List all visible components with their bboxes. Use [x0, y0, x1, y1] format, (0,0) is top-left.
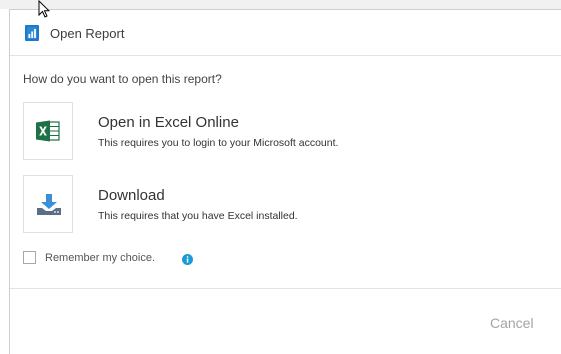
- dialog-title: Open Report: [50, 26, 125, 41]
- remember-choice-label[interactable]: Remember my choice.: [45, 251, 155, 265]
- option-description: This requires that you have Excel instal…: [98, 210, 298, 222]
- excel-tile: [23, 102, 73, 160]
- remember-choice-checkbox[interactable]: [23, 251, 36, 264]
- open-report-dialog: Open Report How do you want to open this…: [9, 9, 561, 354]
- remember-choice-row: Remember my choice.: [23, 250, 223, 266]
- download-icon: [37, 194, 61, 215]
- option-title: Download: [98, 187, 165, 204]
- download-tile: [23, 175, 73, 233]
- dialog-question: How do you want to open this report?: [23, 72, 222, 86]
- footer-divider: [10, 288, 561, 289]
- option-title: Open in Excel Online: [98, 114, 239, 131]
- download-option[interactable]: Download This requires that you have Exc…: [23, 175, 543, 235]
- info-icon[interactable]: [182, 252, 193, 265]
- open-in-excel-online-option[interactable]: Open in Excel Online This requires you t…: [23, 102, 543, 162]
- report-chart-icon: [24, 24, 40, 42]
- dialog-titlebar: Open Report: [10, 10, 561, 56]
- screen: Open Report How do you want to open this…: [0, 0, 561, 354]
- excel-icon: [36, 120, 60, 142]
- background-strip: [0, 0, 561, 9]
- option-description: This requires you to login to your Micro…: [98, 137, 339, 149]
- cancel-button[interactable]: Cancel: [490, 315, 534, 331]
- mouse-pointer-icon: [38, 0, 50, 18]
